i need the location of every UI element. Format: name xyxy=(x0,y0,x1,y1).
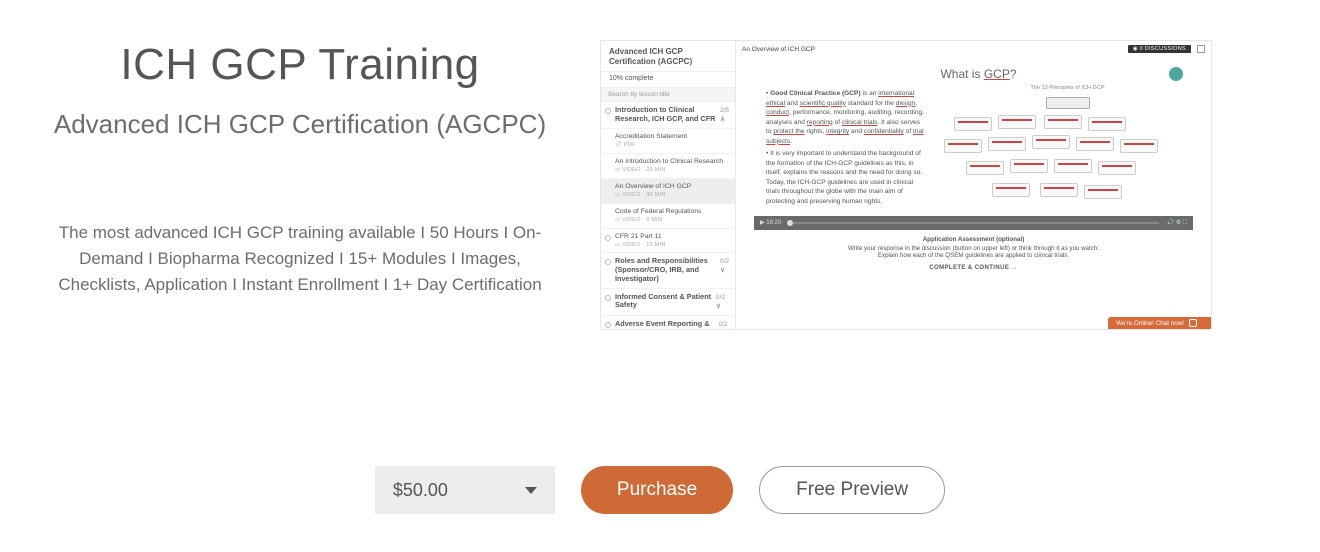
preview-sidebar-title: Advanced ICH GCP Certification (AGCPC) xyxy=(601,41,735,72)
assessment-line2: Explain how each of the QSEM guidelines … xyxy=(766,252,1181,259)
chevron-down-icon: ∨ xyxy=(720,267,725,274)
price-dropdown[interactable]: $50.00 xyxy=(375,466,555,514)
preview-module-fraction: 0/2 xyxy=(718,321,727,328)
preview-lesson-meta: ▭ VIDEO · 9 MIN xyxy=(615,217,729,224)
preview-lesson-title: Accreditation Statement xyxy=(615,133,687,140)
preview-module-row[interactable]: Roles and Responsibilities (Sponsor/CRO,… xyxy=(601,253,735,288)
preview-module-fraction: 0/2 xyxy=(716,294,725,301)
preview-lesson-meta: ▭ VIDEO · 15 MIN xyxy=(615,242,729,249)
preview-lesson-row[interactable]: An Introduction to Clinical Research ▭ V… xyxy=(601,154,735,179)
preview-module-title: Adverse Event Reporting & Responsibiliti… xyxy=(615,320,714,330)
preview-lesson-row[interactable]: An Overview of ICH GCP ▭ VIDEO · 30 MIN xyxy=(601,179,735,204)
preview-lesson-meta: ▭ VIDEO · 30 MIN xyxy=(615,192,729,199)
assessment-line1: Write your response in the discussion (b… xyxy=(766,245,1181,252)
preview-module-fraction: 0/2 xyxy=(720,258,729,265)
preview-progress: 10% complete xyxy=(601,72,735,88)
preview-module-row[interactable]: Adverse Event Reporting & Responsibiliti… xyxy=(601,316,735,330)
preview-topbar-title: An Overview of ICH GCP xyxy=(742,46,815,53)
video-player-bar[interactable]: ▶ 16:20 🔊 ⚙ ⛶ xyxy=(754,216,1193,230)
course-description: The most advanced ICH GCP training avail… xyxy=(40,220,560,299)
chevron-up-icon: ∧ xyxy=(720,116,725,123)
discussions-button[interactable]: ◉ 0 DISCUSSIONS xyxy=(1128,45,1191,53)
preview-lesson-row[interactable]: Accreditation Statement 📄 PDF xyxy=(601,129,735,154)
chat-label: We're Online! Chat now! xyxy=(1116,320,1184,327)
preview-lesson-title: CFR 21 Part 11 xyxy=(615,233,662,240)
preview-module-title: Roles and Responsibilities (Sponsor/CRO,… xyxy=(615,257,716,283)
preview-lesson-row[interactable]: CFR 21 Part 11 ▭ VIDEO · 15 MIN xyxy=(601,229,735,254)
assessment-label: Application Assessment (optional) xyxy=(766,236,1181,243)
mindmap-diagram: The 13 Principles of ICH GCP xyxy=(944,89,1191,209)
chat-widget[interactable]: We're Online! Chat now! xyxy=(1108,317,1211,329)
course-title: ICH GCP Training xyxy=(40,40,560,90)
chevron-down-icon: ∨ xyxy=(716,303,721,310)
slide-heading: What is GCP? xyxy=(766,67,1191,81)
course-subtitle: Advanced ICH GCP Certification (AGCPC) xyxy=(40,108,560,142)
expand-icon[interactable] xyxy=(1197,45,1205,53)
preview-module-row[interactable]: Informed Consent & Patient Safety 0/2 ∨ xyxy=(601,289,735,316)
price-value: $50.00 xyxy=(393,480,448,501)
course-preview-screenshot: Advanced ICH GCP Certification (AGCPC) 1… xyxy=(600,40,1212,330)
free-preview-button[interactable]: Free Preview xyxy=(759,466,945,514)
preview-lesson-row[interactable]: Code of Federal Regulations ▭ VIDEO · 9 … xyxy=(601,204,735,229)
player-controls-icons[interactable]: 🔊 ⚙ ⛶ xyxy=(1167,219,1187,227)
purchase-button[interactable]: Purchase xyxy=(581,466,733,514)
slide-text: • Good Clinical Practice (GCP) is an int… xyxy=(766,89,926,210)
preview-lesson-meta: ▭ VIDEO · 23 MIN xyxy=(615,167,729,174)
avatar[interactable] xyxy=(1169,67,1183,81)
chat-icon xyxy=(1189,319,1197,327)
preview-module-title: Informed Consent & Patient Safety xyxy=(615,293,712,311)
complete-continue-button[interactable]: COMPLETE & CONTINUE → xyxy=(766,265,1181,271)
preview-lesson-meta: 📄 PDF xyxy=(615,142,729,149)
chevron-down-icon xyxy=(525,487,537,494)
preview-lesson-title: An Overview of ICH GCP xyxy=(615,183,691,190)
player-time: ▶ 16:20 xyxy=(760,219,781,226)
preview-lesson-title: An Introduction to Clinical Research xyxy=(615,158,723,165)
preview-lesson-title: Code of Federal Regulations xyxy=(615,208,702,215)
preview-search-input[interactable]: Search by lesson title xyxy=(601,88,735,102)
preview-module-fraction: 2/5 xyxy=(720,107,729,114)
preview-module-title: Introduction to Clinical Research, ICH G… xyxy=(615,106,716,124)
preview-module-row[interactable]: Introduction to Clinical Research, ICH G… xyxy=(601,102,735,129)
